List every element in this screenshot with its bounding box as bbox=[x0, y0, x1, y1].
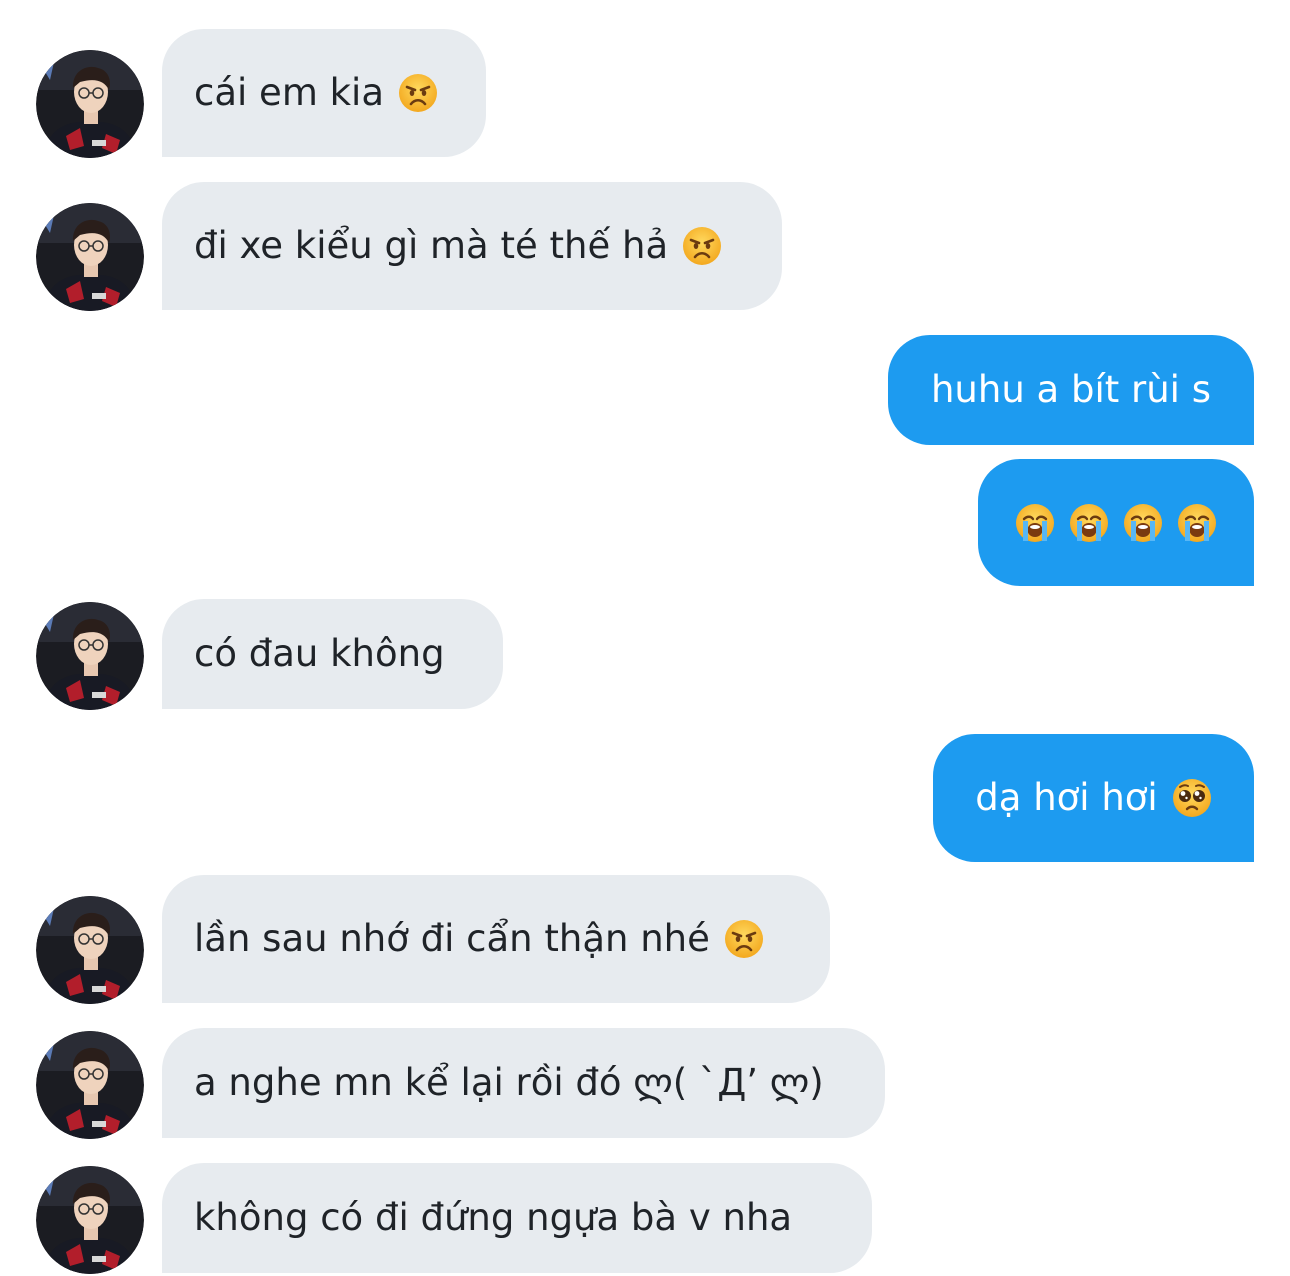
loudly-crying-face-icon bbox=[1123, 502, 1163, 543]
message-bubble-received[interactable]: có đau không bbox=[162, 599, 503, 709]
avatar[interactable] bbox=[36, 1031, 144, 1139]
message-text: dạ hơi hơi bbox=[975, 776, 1158, 819]
message-text: không có đi đứng ngựa bà v nha bbox=[194, 1196, 793, 1239]
emoji-group bbox=[1015, 502, 1217, 543]
loudly-crying-face-icon bbox=[1015, 502, 1055, 543]
avatar[interactable] bbox=[36, 203, 144, 311]
avatar-image bbox=[36, 602, 144, 710]
avatar[interactable] bbox=[36, 896, 144, 1004]
avatar-image bbox=[36, 896, 144, 1004]
pleading-face-icon bbox=[1171, 778, 1212, 818]
message-bubble-received[interactable]: cái em kia bbox=[162, 29, 486, 157]
angry-face-icon bbox=[398, 73, 439, 113]
message-bubble-received[interactable]: lần sau nhớ đi cẩn thận nhé bbox=[162, 875, 830, 1003]
message-bubble-received[interactable]: a nghe mn kể lại rồi đó ლ( `Д’ ლ) bbox=[162, 1028, 885, 1138]
message-bubble-received[interactable]: đi xe kiểu gì mà té thế hả bbox=[162, 182, 782, 310]
message-text: đi xe kiểu gì mà té thế hả bbox=[194, 224, 669, 267]
angry-face-icon bbox=[682, 226, 723, 266]
avatar[interactable] bbox=[36, 50, 144, 158]
avatar-image bbox=[36, 1031, 144, 1139]
message-text: lần sau nhớ đi cẩn thận nhé bbox=[194, 917, 710, 960]
message-text: a nghe mn kể lại rồi đó ლ( `Д’ ლ) bbox=[194, 1061, 824, 1104]
message-text: cái em kia bbox=[194, 71, 385, 114]
avatar[interactable] bbox=[36, 1166, 144, 1274]
message-bubble-sent[interactable]: dạ hơi hơi bbox=[933, 734, 1254, 862]
angry-face-icon bbox=[723, 919, 764, 959]
message-text: huhu a bít rùi s bbox=[930, 368, 1211, 411]
avatar-image bbox=[36, 203, 144, 311]
loudly-crying-face-icon bbox=[1069, 502, 1109, 543]
message-bubble-sent[interactable] bbox=[978, 459, 1254, 586]
message-bubble-received[interactable]: không có đi đứng ngựa bà v nha bbox=[162, 1163, 872, 1273]
avatar-image bbox=[36, 50, 144, 158]
avatar[interactable] bbox=[36, 602, 144, 710]
message-bubble-sent[interactable]: huhu a bít rùi s bbox=[888, 335, 1254, 445]
loudly-crying-face-icon bbox=[1177, 502, 1217, 543]
avatar-image bbox=[36, 1166, 144, 1274]
message-text: có đau không bbox=[194, 632, 445, 675]
